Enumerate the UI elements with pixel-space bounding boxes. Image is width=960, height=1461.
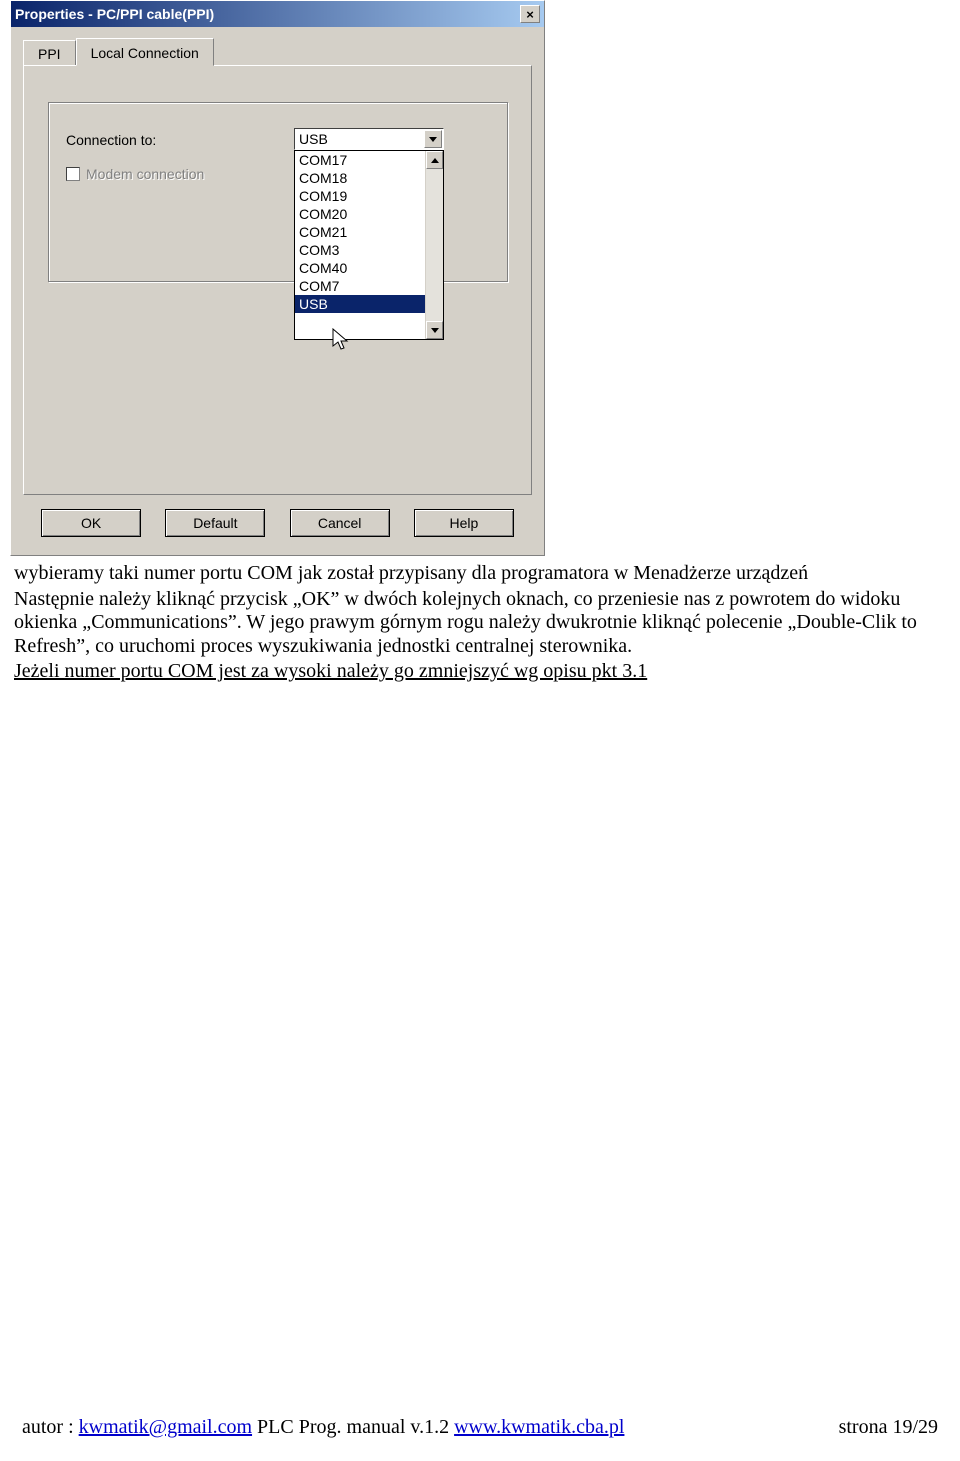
scroll-up-button[interactable]: [426, 151, 443, 169]
modem-checkbox[interactable]: [66, 167, 80, 181]
list-item[interactable]: COM17: [295, 151, 425, 169]
scroll-down-button[interactable]: [426, 321, 443, 339]
button-label: Default: [193, 515, 237, 531]
connection-combobox[interactable]: USB: [294, 128, 444, 150]
author-url-link[interactable]: www.kwmatik.cba.pl: [454, 1416, 624, 1438]
list-item[interactable]: COM20: [295, 205, 425, 223]
page-footer: autor : kwmatik@gmail.com PLC Prog. manu…: [0, 1416, 960, 1439]
scrollbar[interactable]: [425, 151, 443, 339]
chevron-down-icon: [431, 328, 439, 333]
list-item[interactable]: COM21: [295, 223, 425, 241]
button-label: Cancel: [318, 515, 362, 531]
paragraph-underlined: Jeżeli numer portu COM jest za wysoki na…: [14, 660, 647, 682]
tab-local-connection[interactable]: Local Connection: [76, 38, 214, 66]
tab-panel: Connection to: Modem connection USB COM1…: [23, 65, 532, 495]
list-item[interactable]: COM18: [295, 169, 425, 187]
footer-page-number: strona 19/29: [839, 1416, 938, 1439]
cancel-button[interactable]: Cancel: [290, 509, 390, 537]
combobox-dropdown: COM17 COM18 COM19 COM20 COM21 COM3 COM40…: [294, 150, 444, 340]
dialog-button-row: OK Default Cancel Help: [11, 509, 544, 543]
properties-dialog: Properties - PC/PPI cable(PPI) × PPI Loc…: [10, 0, 545, 556]
modem-connection-row: Modem connection: [66, 166, 204, 182]
author-email-link[interactable]: kwmatik@gmail.com: [79, 1416, 252, 1438]
footer-left: autor : kwmatik@gmail.com PLC Prog. manu…: [22, 1416, 624, 1439]
help-button[interactable]: Help: [414, 509, 514, 537]
ok-button[interactable]: OK: [41, 509, 141, 537]
tab-label: Local Connection: [91, 45, 199, 61]
paragraph: wybieramy taki numer portu COM jak zosta…: [14, 562, 946, 586]
list-item[interactable]: COM19: [295, 187, 425, 205]
titlebar: Properties - PC/PPI cable(PPI) ×: [11, 1, 544, 27]
close-icon: ×: [526, 7, 534, 22]
tab-row: PPI Local Connection: [23, 37, 532, 65]
button-label: Help: [449, 515, 478, 531]
connection-to-label: Connection to:: [66, 132, 156, 148]
titlebar-text: Properties - PC/PPI cable(PPI): [15, 6, 518, 22]
button-label: OK: [81, 515, 101, 531]
list-item[interactable]: COM3: [295, 241, 425, 259]
list-item[interactable]: COM40: [295, 259, 425, 277]
chevron-up-icon: [431, 158, 439, 163]
combobox-arrow[interactable]: [424, 130, 442, 148]
modem-connection-label: Modem connection: [86, 166, 204, 182]
footer-prefix: autor :: [22, 1416, 79, 1438]
tab-label: PPI: [38, 46, 61, 62]
chevron-down-icon: [429, 137, 437, 142]
paragraph: Następnie należy kliknąć przycisk „OK” w…: [14, 588, 946, 659]
combobox-value: USB: [299, 131, 328, 147]
cursor-icon: [332, 328, 352, 352]
dropdown-list: COM17 COM18 COM19 COM20 COM21 COM3 COM40…: [295, 151, 425, 339]
list-item[interactable]: COM7: [295, 277, 425, 295]
footer-mid: PLC Prog. manual v.1.2: [252, 1416, 454, 1438]
close-button[interactable]: ×: [520, 5, 540, 23]
list-item-selected[interactable]: USB: [295, 295, 425, 313]
tab-ppi[interactable]: PPI: [23, 40, 76, 66]
default-button[interactable]: Default: [165, 509, 265, 537]
document-body: wybieramy taki numer portu COM jak zosta…: [10, 562, 950, 684]
